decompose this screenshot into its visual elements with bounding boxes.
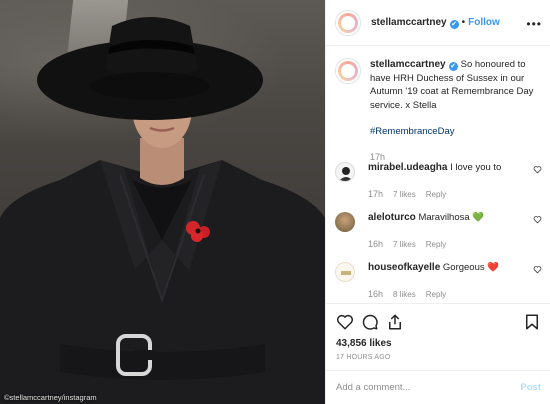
- comment-emoji: ❤️: [487, 262, 500, 273]
- reply-button[interactable]: Reply: [426, 290, 446, 299]
- comment-input[interactable]: Add a comment...: [336, 382, 410, 393]
- post-header: stellamccartney ✔ • Follow •••: [326, 0, 550, 46]
- caption-avatar[interactable]: [335, 58, 361, 84]
- instagram-post: ©stellamccartney/instagram stellamccartn…: [0, 0, 550, 404]
- commenter-avatar[interactable]: [335, 262, 355, 282]
- like-heart-icon[interactable]: [336, 313, 354, 331]
- verified-badge-icon: ✔: [449, 19, 459, 29]
- photo-credit: ©stellamccartney/instagram: [4, 393, 97, 402]
- like-comment-heart-icon[interactable]: [533, 165, 542, 174]
- caption-verified-icon: ✔: [448, 62, 458, 71]
- comment-item: aleloturco Maravilhosa 💚 16h 7 likes Reply: [335, 212, 545, 249]
- comment-likes[interactable]: 7 likes: [393, 240, 416, 249]
- commenter-avatar[interactable]: [335, 162, 355, 182]
- comment-likes[interactable]: 7 likes: [393, 190, 416, 199]
- more-options-icon[interactable]: •••: [526, 17, 542, 31]
- comment-text: I love you to: [450, 162, 502, 173]
- comment-text: Gorgeous: [442, 262, 485, 273]
- post-comment-button[interactable]: Post: [520, 382, 541, 393]
- add-comment-bar: Add a comment... Post: [326, 370, 550, 404]
- post-photo[interactable]: ©stellamccartney/instagram: [0, 0, 325, 404]
- likes-count[interactable]: 43,856 likes: [336, 338, 392, 349]
- hashtag-link[interactable]: #RemembranceDay: [370, 125, 545, 139]
- header-separator: •: [461, 16, 466, 28]
- portrait-illustration: [0, 17, 325, 404]
- reply-button[interactable]: Reply: [426, 190, 446, 199]
- reply-button[interactable]: Reply: [426, 240, 446, 249]
- commenter-username[interactable]: aleloturco: [368, 212, 416, 223]
- caption-username[interactable]: stellamccartney: [370, 59, 446, 70]
- author-username[interactable]: stellamccartney: [371, 17, 447, 28]
- commenter-avatar[interactable]: [335, 212, 355, 232]
- author-avatar[interactable]: [335, 9, 361, 36]
- comment-item: houseofkayelle Gorgeous ❤️ 16h 8 likes Rep…: [335, 262, 545, 299]
- comment-emoji: 💚: [472, 212, 485, 223]
- comment-bubble-icon[interactable]: [361, 313, 379, 331]
- post-side-panel: stellamccartney ✔ • Follow ••• stellamccart…: [325, 0, 550, 404]
- comment-item: mirabel.udeagha I love you to 17h 7 likes…: [335, 162, 545, 199]
- post-timestamp: 17 HOURS AGO: [336, 354, 391, 361]
- comment-likes[interactable]: 8 likes: [393, 290, 416, 299]
- comment-time: 16h: [368, 289, 384, 299]
- post-actions: 43,856 likes 17 HOURS AGO Add a comment.…: [326, 303, 550, 404]
- save-bookmark-icon[interactable]: [523, 313, 541, 331]
- follow-button[interactable]: Follow: [468, 17, 500, 28]
- like-comment-heart-icon[interactable]: [533, 215, 542, 224]
- like-comment-heart-icon[interactable]: [533, 265, 542, 274]
- comment-text: Maravilhosa: [418, 212, 470, 223]
- share-icon[interactable]: [386, 313, 404, 331]
- action-icons: [336, 313, 541, 333]
- commenter-username[interactable]: mirabel.udeagha: [368, 162, 447, 173]
- post-caption: stellamccartney ✔ So honoured to have HRH …: [335, 58, 545, 164]
- comment-time: 16h: [368, 239, 384, 249]
- comment-time: 17h: [368, 189, 384, 199]
- commenter-username[interactable]: houseofkayelle: [368, 262, 440, 273]
